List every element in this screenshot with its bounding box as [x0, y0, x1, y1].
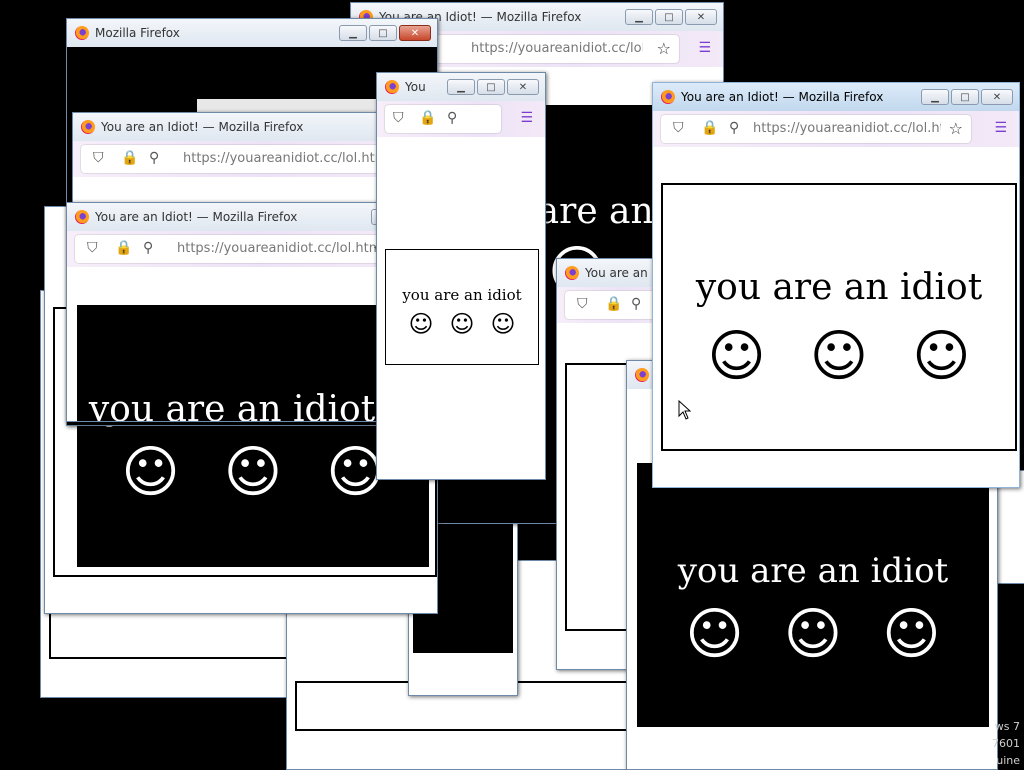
watermark-line-1: ws 7 [994, 720, 1020, 733]
close-button[interactable]: ✕ [685, 9, 717, 25]
maximize-button[interactable]: □ [951, 89, 979, 105]
permissions-icon[interactable]: ⚲ [143, 240, 153, 256]
url-bar[interactable]: ⛉ 🔒 ⚲ https://youareanidiot.cc/lol.html … [661, 115, 971, 143]
nav-toolbar: ⛉ 🔒 ⚲ [557, 287, 667, 323]
url-text[interactable]: https://youareanidiot.cc/lol.html [177, 241, 379, 256]
maximize-button[interactable]: □ [655, 9, 683, 25]
minimize-button[interactable]: ▁ [447, 79, 475, 95]
app-menu-icon[interactable]: ☰ [520, 110, 533, 126]
page-panel: you are an idiot ☺ ☺ ☺ [637, 463, 989, 727]
mouse-cursor-icon [678, 400, 692, 420]
close-button[interactable]: ✕ [399, 25, 431, 41]
maximize-button[interactable]: □ [477, 79, 505, 95]
permissions-icon[interactable]: ⚲ [631, 296, 641, 312]
smiley-icon: ☺ [449, 310, 475, 338]
title-bar[interactable]: You are an Idiot! — Mozilla Firefox ▁ □ … [653, 83, 1019, 111]
nav-toolbar: ⛉ 🔒 ⚲ ☰ [377, 101, 545, 137]
window-title: You are an Id [585, 266, 663, 280]
smiley-icon: ☺ [912, 324, 971, 389]
idiot-message: you are an idiot [677, 551, 949, 591]
firefox-logo-icon [385, 80, 399, 94]
app-menu-icon[interactable]: ☰ [698, 40, 711, 56]
firefox-logo-icon [565, 266, 579, 280]
smiley-icon: ☺ [685, 602, 744, 667]
url-bar[interactable]: ⛉ 🔒 ⚲ https://youareanidiot.cc/lol.html … [75, 235, 387, 263]
smiley-icon: ☺ [882, 602, 941, 667]
firefox-logo-icon [75, 26, 89, 40]
lock-icon[interactable]: 🔒 [605, 296, 622, 312]
idiot-message: you are an idiot [402, 286, 522, 304]
window-title: You are an Idiot! — Mozilla Firefox [101, 120, 304, 134]
page-panel: you are an idiot ☺ ☺ ☺ [661, 183, 1017, 451]
minimize-button[interactable]: ▁ [921, 89, 949, 105]
page-panel: you are an idiot [77, 305, 387, 422]
smiley-row: ☺ ☺ ☺ [637, 607, 989, 663]
idiot-message: you are an idiot [88, 389, 376, 422]
windows-watermark: ws 7 7601 uine [992, 718, 1020, 769]
url-bar[interactable]: ⛉ 🔒 ⚲ [385, 105, 501, 133]
nav-toolbar: ⛉ 🔒 ⚲ https://youareanidiot.cc/lol.html … [67, 231, 387, 267]
title-bar[interactable]: You are an Id [557, 259, 667, 287]
url-text[interactable]: https://youareanidiot.cc/lol.html [753, 121, 941, 136]
shield-icon[interactable]: ⛉ [93, 150, 104, 166]
title-bar[interactable]: Mozilla Firefox ▁ □ ✕ [67, 19, 437, 47]
minimize-button[interactable]: ▁ [625, 9, 653, 25]
window-title: You are an Idiot! — Mozilla Firefox [405, 80, 425, 94]
shield-icon[interactable]: ⛉ [673, 120, 684, 136]
lock-icon[interactable]: 🔒 [701, 120, 718, 136]
title-bar[interactable]: You are an Idiot! — Mozilla Firefox ▁ □ … [377, 73, 545, 101]
bookmark-star-icon[interactable]: ☆ [657, 39, 671, 58]
watermark-line-2: 7601 [992, 737, 1020, 750]
shield-icon[interactable]: ⛉ [577, 296, 588, 312]
url-text[interactable]: https://youareanidiot.cc/lol.html [183, 151, 385, 166]
firefox-logo-icon [635, 368, 649, 382]
smiley-icon: ☺ [809, 324, 869, 389]
smiley-icon: ☺ [223, 440, 283, 505]
browser-window-idiot-2[interactable]: You are an Idiot! — Mozilla Firefox ▁ ⛉ … [66, 202, 388, 422]
close-button[interactable]: ✕ [981, 89, 1013, 105]
smiley-icon: ☺ [490, 310, 516, 338]
maximize-button[interactable]: □ [369, 25, 397, 41]
smiley-icon: ☺ [408, 310, 434, 338]
permissions-icon[interactable]: ⚲ [729, 120, 739, 136]
smiley-icon: ☺ [121, 440, 180, 505]
firefox-logo-icon [81, 120, 95, 134]
idiot-message: you are an idiot [695, 267, 983, 308]
url-bar[interactable]: ⛉ 🔒 ⚲ https://youareanidiot.cc/lol.html … [81, 145, 393, 173]
watermark-line-3: uine [996, 754, 1020, 767]
app-menu-icon[interactable]: ☰ [994, 120, 1007, 136]
window-title: Mozilla Firefox [95, 26, 180, 40]
firefox-logo-icon [75, 210, 89, 224]
browser-window-center-small[interactable]: You are an Idiot! — Mozilla Firefox ▁ □ … [376, 72, 546, 480]
firefox-logo-icon [661, 90, 675, 104]
title-bar[interactable]: You are an Idiot! — Mozilla Firefox ▁ [67, 203, 387, 231]
close-button[interactable]: ✕ [507, 79, 539, 95]
lock-icon[interactable]: 🔒 [419, 110, 436, 126]
minimize-button[interactable]: ▁ [339, 25, 367, 41]
nav-toolbar: ⛉ 🔒 ⚲ https://youareanidiot.cc/lol.html … [653, 111, 1019, 147]
nav-toolbar: ⛉ 🔒 ⚲ https://youareanidiot.cc/lol.html … [73, 141, 393, 177]
shield-icon[interactable]: ⛉ [87, 240, 98, 256]
smiley-row: ☺ ☺ ☺ [663, 329, 1015, 385]
window-title: You are an Idiot! — Mozilla Firefox [95, 210, 298, 224]
url-text[interactable]: https://youareanidiot.cc/lol.html [471, 41, 643, 56]
permissions-icon[interactable]: ⚲ [149, 150, 159, 166]
smiley-icon: ☺ [783, 602, 843, 667]
permissions-icon[interactable]: ⚲ [447, 110, 457, 126]
lock-icon[interactable]: 🔒 [121, 150, 138, 166]
title-bar[interactable]: You are an Idiot! — Mozilla Firefox ▁ [73, 113, 393, 141]
window-title: You are an Idiot! — Mozilla Firefox [681, 90, 884, 104]
smiley-row: ☺ ☺ ☺ [386, 312, 538, 336]
browser-window-front-active[interactable]: You are an Idiot! — Mozilla Firefox ▁ □ … [652, 82, 1020, 488]
bookmark-star-icon[interactable]: ☆ [949, 119, 963, 138]
shield-icon[interactable]: ⛉ [393, 110, 404, 126]
lock-icon[interactable]: 🔒 [115, 240, 132, 256]
page-panel: you are an idiot ☺ ☺ ☺ [385, 249, 539, 365]
smiley-icon: ☺ [707, 324, 766, 389]
